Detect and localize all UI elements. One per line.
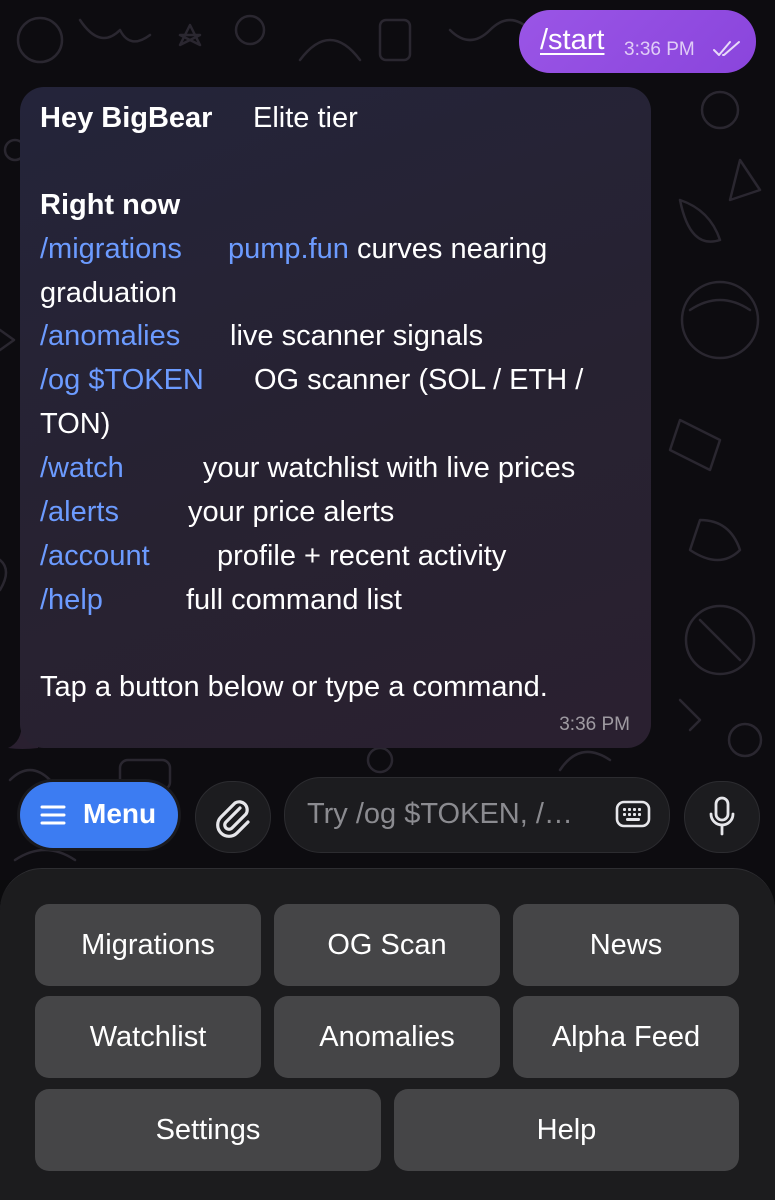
hamburger-icon [40, 805, 66, 825]
outgoing-message-bubble[interactable]: /start 3:36 PM [519, 10, 756, 73]
command-desc-watch: your watchlist with live prices [203, 452, 576, 484]
keyboard-button-settings[interactable]: Settings [35, 1089, 381, 1171]
command-row-migrations: /migrations pump.fun curves nearing [40, 231, 640, 267]
command-desc-account: profile + recent activity [217, 540, 507, 572]
keyboard-button-news[interactable]: News [513, 904, 739, 986]
message-input[interactable] [307, 796, 607, 832]
telegram-chat-screen: /start 3:36 PM Hey BigBear Elite tier Ri… [0, 0, 775, 1200]
keyboard-button-watchlist[interactable]: Watchlist [35, 996, 261, 1078]
microphone-icon [709, 796, 735, 836]
reply-keyboard: Migrations OG Scan News Watchlist Anomal… [0, 868, 775, 1200]
double-check-icon [713, 41, 740, 56]
keyboard-button-alpha-feed[interactable]: Alpha Feed [513, 996, 739, 1078]
command-desc-help: full command list [186, 584, 402, 616]
command-link-watch[interactable]: /watch [40, 450, 124, 486]
command-row-alerts: /alerts your price alerts [40, 494, 640, 530]
command-desc-text: curves nearing [356, 233, 548, 265]
section-title: Right now [40, 189, 181, 221]
greeting-line: Hey BigBear Elite tier [40, 100, 358, 136]
keyboard-button-anomalies[interactable]: Anomalies [274, 996, 500, 1078]
pumpfun-link[interactable]: pump.fun [228, 233, 349, 265]
keyboard-button-og-scan[interactable]: OG Scan [274, 904, 500, 986]
message-input-box[interactable] [284, 777, 670, 853]
command-desc-anomalies: live scanner signals [230, 320, 484, 352]
command-row-og: /og $TOKEN OG scanner (SOL / ETH / [40, 362, 640, 398]
command-row-watch: /watch your watchlist with live prices [40, 450, 640, 486]
command-link-og[interactable]: /og $TOKEN [40, 362, 204, 398]
command-desc-continued: graduation [40, 277, 178, 309]
outgoing-message-time: 3:36 PM [624, 39, 695, 60]
command-row-account: /account profile + recent activity [40, 538, 640, 574]
attach-button[interactable] [195, 781, 271, 853]
command-link-anomalies[interactable]: /anomalies [40, 318, 180, 354]
command-desc-alerts: your price alerts [188, 496, 395, 528]
command-link-help[interactable]: /help [40, 582, 103, 618]
menu-button[interactable]: Menu [20, 782, 178, 848]
greeting-text: Hey BigBear [40, 102, 213, 134]
command-link-account[interactable]: /account [40, 538, 150, 574]
command-row-anomalies: /anomalies live scanner signals [40, 318, 640, 354]
command-link-alerts[interactable]: /alerts [40, 494, 119, 530]
command-row-help: /help full command list [40, 582, 640, 618]
command-desc-continued: TON) [40, 408, 111, 440]
tier-text: Elite tier [253, 102, 358, 134]
command-desc-og: OG scanner (SOL / ETH / [254, 364, 584, 396]
keyboard-icon[interactable] [615, 797, 651, 831]
incoming-message-bubble: Hey BigBear Elite tier Right now /migrat… [20, 87, 651, 748]
voice-message-button[interactable] [684, 781, 760, 853]
menu-button-label: Menu [83, 798, 157, 829]
paperclip-icon [216, 800, 250, 838]
keyboard-button-help[interactable]: Help [394, 1089, 739, 1171]
incoming-message-time: 3:36 PM [559, 714, 630, 735]
outgoing-message-text[interactable]: /start [540, 24, 604, 57]
command-desc-migrations: pump.fun curves nearing [228, 231, 547, 267]
command-link-migrations[interactable]: /migrations [40, 231, 182, 267]
keyboard-button-migrations[interactable]: Migrations [35, 904, 261, 986]
message-footer-text: Tap a button below or type a command. [40, 671, 548, 703]
